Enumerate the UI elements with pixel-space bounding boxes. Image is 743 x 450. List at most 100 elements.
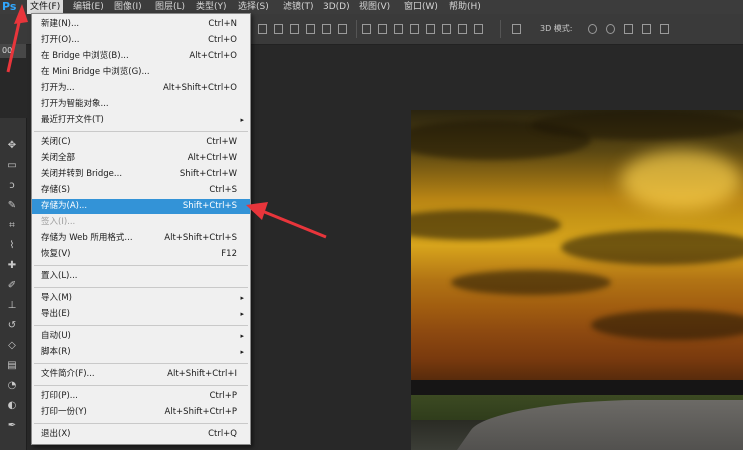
menu-3d[interactable]: 3D(D) <box>320 0 353 14</box>
3d-mode-label: 3D 模式: <box>540 24 573 33</box>
dodge-tool-icon[interactable]: ◐ <box>5 400 19 412</box>
menu-item-shortcut: Ctrl+O <box>208 35 237 45</box>
menu-item-close-goto-bridge[interactable]: 关闭并转到 Bridge... Shift+Ctrl+W <box>32 167 250 182</box>
menu-separator <box>34 287 248 288</box>
menu-item-save[interactable]: 存储(S) Ctrl+S <box>32 183 250 198</box>
menu-image[interactable]: 图像(I) <box>111 0 145 14</box>
menu-item-close[interactable]: 关闭(C) Ctrl+W <box>32 135 250 150</box>
menu-item-close-all[interactable]: 关闭全部 Alt+Ctrl+W <box>32 151 250 166</box>
distribute-extra-icon[interactable] <box>458 24 467 34</box>
submenu-arrow-icon: ▸ <box>240 348 244 356</box>
menu-item-label: 最近打开文件(T) <box>41 115 104 125</box>
menu-item-label: 签入(I)... <box>41 217 76 227</box>
move-tool-icon[interactable]: ✥ <box>5 140 19 152</box>
menu-item-label: 脚本(R) <box>41 347 71 357</box>
menu-item-label: 打印(P)... <box>41 391 78 401</box>
cloud <box>561 230 743 265</box>
3d-roll-icon[interactable] <box>606 24 615 34</box>
pen-tool-icon[interactable]: ✒ <box>5 420 19 432</box>
align-hcenter-icon[interactable] <box>322 24 331 34</box>
menu-item-new[interactable]: 新建(N)... Ctrl+N <box>32 17 250 32</box>
menu-item-save-as[interactable]: 存储为(A)... Shift+Ctrl+S <box>32 199 250 214</box>
menu-item-label: 打印一份(Y) <box>41 407 87 417</box>
menu-item-import[interactable]: 导入(M) ▸ <box>32 291 250 306</box>
menu-item-open[interactable]: 打开(O)... Ctrl+O <box>32 33 250 48</box>
3d-scale-icon[interactable] <box>660 24 669 34</box>
menu-separator <box>34 385 248 386</box>
menu-view[interactable]: 视图(V) <box>356 0 393 14</box>
distribute-left-icon[interactable] <box>410 24 419 34</box>
3d-slide-icon[interactable] <box>642 24 651 34</box>
menu-layer[interactable]: 图层(L) <box>152 0 188 14</box>
menu-separator <box>34 265 248 266</box>
menu-item-browse-bridge[interactable]: 在 Bridge 中浏览(B)... Alt+Ctrl+O <box>32 49 250 64</box>
menu-filter[interactable]: 滤镜(T) <box>280 0 317 14</box>
menu-item-automate[interactable]: 自动(U) ▸ <box>32 329 250 344</box>
menu-item-revert[interactable]: 恢复(V) F12 <box>32 247 250 262</box>
gradient-tool-icon[interactable]: ▤ <box>5 360 19 372</box>
menu-item-exit[interactable]: 退出(X) Ctrl+Q <box>32 427 250 442</box>
cloud <box>531 110 743 140</box>
menu-edit[interactable]: 编辑(E) <box>70 0 107 14</box>
distribute-vcenter-icon[interactable] <box>378 24 387 34</box>
align-bottom-icon[interactable] <box>290 24 299 34</box>
menu-item-shortcut: Ctrl+Q <box>208 429 237 439</box>
menu-bar: Ps 文件(F) 编辑(E) 图像(I) 图层(L) 类型(Y) 选择(S) 滤… <box>0 0 743 14</box>
align-right-icon[interactable] <box>338 24 347 34</box>
menu-separator <box>34 131 248 132</box>
menu-item-check-in[interactable]: 签入(I)... <box>32 215 250 230</box>
menu-item-open-as[interactable]: 打开为... Alt+Shift+Ctrl+O <box>32 81 250 96</box>
crop-tool-icon[interactable]: ⌗ <box>5 220 19 232</box>
menu-select[interactable]: 选择(S) <box>235 0 272 14</box>
3d-pan-icon[interactable] <box>624 24 633 34</box>
menu-item-recent-files[interactable]: 最近打开文件(T) ▸ <box>32 113 250 128</box>
menu-item-label: 导入(M) <box>41 293 72 303</box>
menu-item-save-for-web[interactable]: 存储为 Web 所用格式... Alt+Shift+Ctrl+S <box>32 231 250 246</box>
menu-item-label: 打开为智能对象... <box>41 99 109 109</box>
marquee-tool-icon[interactable]: ▭ <box>5 160 19 172</box>
menu-help[interactable]: 帮助(H) <box>446 0 484 14</box>
blur-tool-icon[interactable]: ◔ <box>5 380 19 392</box>
document-tab-stub[interactable]: 00 <box>0 44 26 58</box>
history-brush-icon[interactable]: ↺ <box>5 320 19 332</box>
menu-item-file-info[interactable]: 文件简介(F)... Alt+Shift+Ctrl+I <box>32 367 250 382</box>
eyedropper-tool-icon[interactable]: ⌇ <box>5 240 19 252</box>
align-top-icon[interactable] <box>258 24 267 34</box>
quick-select-tool-icon[interactable]: ✎ <box>5 200 19 212</box>
cloud <box>591 310 743 340</box>
menu-type[interactable]: 类型(Y) <box>193 0 230 14</box>
menu-item-browse-mini-bridge[interactable]: 在 Mini Bridge 中浏览(G)... <box>32 65 250 80</box>
menu-file[interactable]: 文件(F) <box>27 0 64 14</box>
distribute-extra2-icon[interactable] <box>474 24 483 34</box>
distribute-hcenter-icon[interactable] <box>426 24 435 34</box>
menu-item-label: 导出(E) <box>41 309 71 319</box>
3d-rotate-icon[interactable] <box>588 24 597 34</box>
menu-item-scripts[interactable]: 脚本(R) ▸ <box>32 345 250 360</box>
stamp-tool-icon[interactable]: ⊥ <box>5 300 19 312</box>
menu-separator <box>34 325 248 326</box>
healing-tool-icon[interactable]: ✚ <box>5 260 19 272</box>
align-vcenter-icon[interactable] <box>274 24 283 34</box>
auto-align-icon[interactable] <box>512 24 521 34</box>
menu-item-label: 关闭(C) <box>41 137 71 147</box>
distribute-right-icon[interactable] <box>442 24 451 34</box>
menu-item-open-smart-object[interactable]: 打开为智能对象... <box>32 97 250 112</box>
tools-panel: ✥ ▭ ↄ ✎ ⌗ ⌇ ✚ ✐ ⊥ ↺ ◇ ▤ ◔ ◐ ✒ <box>0 118 27 450</box>
menu-item-place[interactable]: 置入(L)... <box>32 269 250 284</box>
eraser-tool-icon[interactable]: ◇ <box>5 340 19 352</box>
menu-item-label: 存储(S) <box>41 185 71 195</box>
menu-item-label: 打开为... <box>41 83 75 93</box>
align-left-icon[interactable] <box>306 24 315 34</box>
distribute-top-icon[interactable] <box>362 24 371 34</box>
menu-item-shortcut: Alt+Shift+Ctrl+P <box>164 407 237 417</box>
document-image[interactable] <box>411 110 743 450</box>
menu-item-label: 在 Mini Bridge 中浏览(G)... <box>41 67 150 77</box>
brush-tool-icon[interactable]: ✐ <box>5 280 19 292</box>
menu-item-export[interactable]: 导出(E) ▸ <box>32 307 250 322</box>
menu-window[interactable]: 窗口(W) <box>401 0 441 14</box>
menu-item-print-one-copy[interactable]: 打印一份(Y) Alt+Shift+Ctrl+P <box>32 405 250 420</box>
menu-item-shortcut: Alt+Ctrl+W <box>187 153 237 163</box>
menu-item-print[interactable]: 打印(P)... Ctrl+P <box>32 389 250 404</box>
lasso-tool-icon[interactable]: ↄ <box>5 180 19 192</box>
distribute-bottom-icon[interactable] <box>394 24 403 34</box>
